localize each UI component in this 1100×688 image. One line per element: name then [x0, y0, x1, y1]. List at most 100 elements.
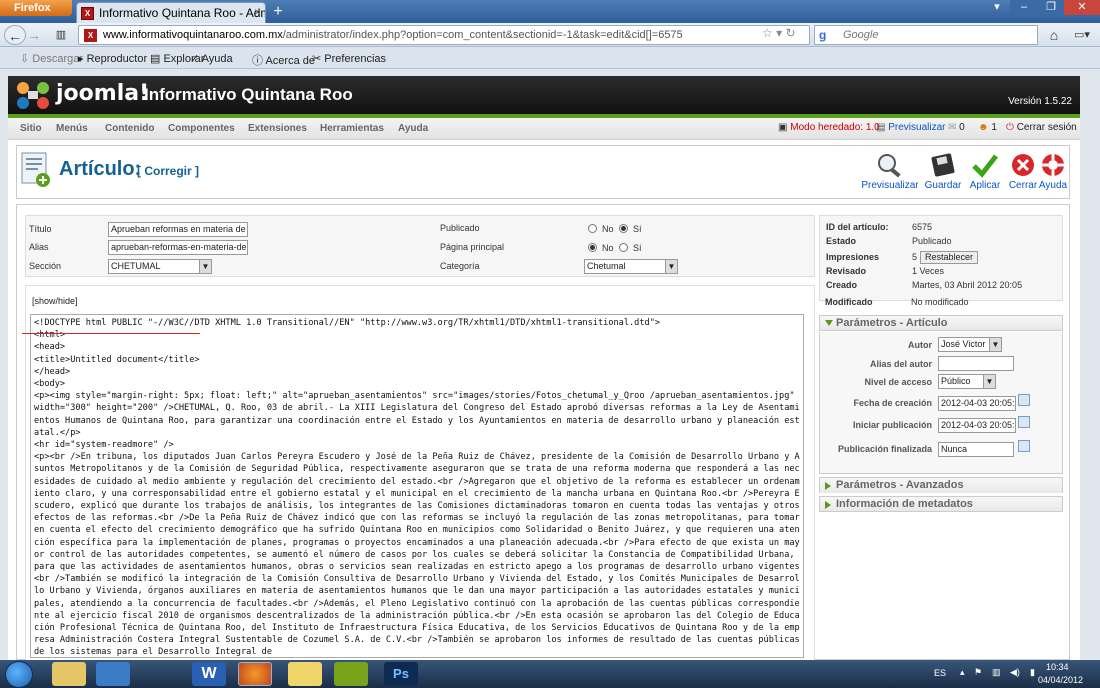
messages-count[interactable]: ✉ 0: [948, 122, 965, 133]
clock-date[interactable]: 04/04/2012: [1038, 675, 1083, 685]
photoshop-taskbar-icon[interactable]: Ps: [384, 662, 418, 686]
article-toolbar: Artículo: [ Corregir ] Previsualizar Gua…: [16, 145, 1070, 199]
preview-button[interactable]: Previsualizar: [859, 150, 921, 196]
folder-taskbar-icon[interactable]: [288, 662, 322, 686]
language-indicator[interactable]: ES: [934, 668, 946, 678]
back-button[interactable]: ←: [4, 25, 26, 45]
calendar-icon[interactable]: [1018, 416, 1030, 428]
maximize-button[interactable]: ❐: [1038, 0, 1064, 15]
article-edit-form: Título Aprueban reformas en materia de a…: [16, 204, 1070, 660]
help-button[interactable]: Ayuda: [1035, 150, 1071, 196]
acceso-label: Nivel de acceso: [864, 377, 932, 387]
explorer-taskbar-icon[interactable]: [52, 662, 86, 686]
network-icon[interactable]: ▥: [992, 667, 1001, 678]
history-dropdown-icon[interactable]: ▾: [776, 26, 782, 40]
menu-menus[interactable]: Menús: [56, 123, 88, 134]
new-tab-button[interactable]: +: [268, 3, 288, 21]
menu-extensiones[interactable]: Extensiones: [248, 123, 307, 134]
menu-herramientas[interactable]: Herramientas: [320, 123, 384, 134]
messages-icon: ✉: [948, 122, 957, 133]
volume-icon[interactable]: ◀): [1010, 667, 1020, 678]
url-bar[interactable]: X www.informativoquintanaroo.com.mx/admi…: [78, 25, 810, 45]
publicado-label: Publicado: [440, 223, 480, 233]
joomla-header: joomla! Informativo Quintana Roo Versión…: [8, 76, 1080, 114]
editor-line: <title>Untitled document</title>: [34, 354, 200, 365]
firefox-menu-button[interactable]: Firefox: [0, 0, 72, 16]
editor-line: </head>: [34, 366, 71, 377]
google-icon[interactable]: g: [819, 28, 826, 42]
url-path: /administrator/index.php?option=com_cont…: [282, 29, 683, 41]
browser-tab-bar: Firefox X Informativo Quintana Roo - Adm…: [0, 0, 1100, 23]
creado-label: Creado: [826, 280, 858, 290]
calendar-icon[interactable]: [1018, 394, 1030, 406]
home-icon[interactable]: ⌂: [1044, 25, 1064, 45]
menu-ayuda[interactable]: Ayuda: [398, 123, 428, 134]
minimize-button[interactable]: –: [1010, 0, 1038, 15]
principal-si-radio[interactable]: [619, 243, 628, 252]
joomla-admin-page: joomla! Informativo Quintana Roo Versión…: [8, 76, 1080, 660]
menu-contenido[interactable]: Contenido: [105, 123, 154, 134]
url-bar-actions: ☆ ▾ ↻: [762, 26, 796, 40]
inicio-label: Iniciar publicación: [852, 420, 932, 430]
bookmark-ayuda[interactable]: ✓ Ayuda: [190, 52, 233, 65]
logout-link[interactable]: ⏻ Cerrar sesión: [1006, 122, 1077, 133]
access-level-select[interactable]: Público ▼: [938, 374, 996, 389]
close-window-button[interactable]: ✕: [1064, 0, 1100, 15]
bookmark-descargar[interactable]: ⇩ Descargar: [20, 52, 83, 65]
principal-si-label: Sí: [633, 243, 642, 253]
reload-icon[interactable]: ↻: [785, 26, 795, 40]
calendar-icon[interactable]: [1018, 440, 1030, 452]
title-field[interactable]: Aprueban reformas en materia de ase: [108, 222, 248, 237]
app-taskbar-icon[interactable]: [334, 662, 368, 686]
users-online-count[interactable]: ☻ 1: [978, 122, 997, 133]
menu-sitio[interactable]: Sitio: [20, 123, 42, 134]
publicado-no-radio[interactable]: [588, 224, 597, 233]
forward-button[interactable]: →: [26, 25, 42, 45]
editor-line: <!DOCTYPE html PUBLIC "-//W3C//DTD XHTML…: [34, 318, 661, 328]
bookmark-preferencias[interactable]: ✂ Preferencias: [312, 52, 386, 65]
show-hide-editor-link[interactable]: [show/hide]: [32, 296, 78, 306]
browser-tab[interactable]: X Informativo Quintana Roo - Administrac…: [76, 2, 266, 23]
menu-componentes[interactable]: Componentes: [168, 123, 235, 134]
preview-link[interactable]: ▤ Previsualizar: [876, 122, 945, 133]
bookmarks-toolbar: ⇩ Descargar ▸ Reproductor ▤ Explorar ✓ A…: [0, 48, 1100, 69]
bookmark-reproductor[interactable]: ▸ Reproductor: [78, 52, 147, 65]
advanced-params-header[interactable]: Parámetros - Avanzados: [819, 477, 1063, 493]
firefox-taskbar-icon[interactable]: [238, 662, 272, 686]
start-button[interactable]: [5, 661, 33, 688]
reset-hits-button[interactable]: Restablecer: [920, 251, 979, 264]
tab-title: Informativo Quintana Roo - Administrac..…: [99, 6, 265, 20]
bookmark-acerca[interactable]: ⓘ Acerca de: [252, 52, 315, 68]
alias-field[interactable]: aprueban-reformas-en-materia-de-ase: [108, 240, 248, 255]
author-alias-field[interactable]: [938, 356, 1014, 371]
flag-icon[interactable]: ⚑: [974, 667, 982, 678]
principal-no-radio[interactable]: [588, 243, 597, 252]
editor-line: <body>: [34, 379, 66, 390]
author-select[interactable]: José Victor ▼: [938, 337, 1002, 352]
word-taskbar-icon[interactable]: W: [192, 662, 226, 686]
close-tab-icon[interactable]: ×: [254, 5, 261, 19]
impresiones-value: 5: [912, 252, 918, 262]
article-details: Título Aprueban reformas en materia de a…: [25, 215, 815, 277]
metadata-header[interactable]: Información de metadatos: [819, 496, 1063, 512]
tab-list-icon[interactable]: ▾: [988, 0, 1006, 15]
publish-up-field[interactable]: 2012-04-03 20:05:50: [938, 418, 1016, 433]
article-params-header[interactable]: Parámetros - Artículo: [819, 315, 1063, 331]
category-select[interactable]: Chetumal ▼: [584, 259, 678, 274]
publish-down-field[interactable]: Nunca: [938, 442, 1014, 457]
clock-time[interactable]: 10:34: [1046, 662, 1069, 672]
search-input[interactable]: g Google: [814, 25, 1038, 45]
publicado-si-radio[interactable]: [619, 224, 628, 233]
bookmark-star-icon[interactable]: ☆: [762, 26, 773, 40]
editor-container: [show/hide] <!DOCTYPE html PUBLIC "-//W3…: [22, 285, 815, 660]
section-select[interactable]: CHETUMAL ▼: [108, 259, 212, 274]
show-hidden-icons[interactable]: ▴: [960, 667, 965, 678]
power-icon[interactable]: ▮: [1030, 667, 1035, 678]
site-identity-icon[interactable]: ▥: [52, 25, 70, 45]
created-date-field[interactable]: 2012-04-03 20:05:50: [938, 396, 1016, 411]
publicado-si-label: Sí: [633, 224, 642, 234]
article-html-editor[interactable]: <!DOCTYPE html PUBLIC "-//W3C//DTD XHTML…: [30, 314, 804, 658]
addon-bar-icon[interactable]: ▭▾: [1070, 25, 1094, 45]
creado-value: Martes, 03 Abril 2012 20:05: [912, 280, 1023, 290]
media-player-taskbar-icon[interactable]: [96, 662, 130, 686]
